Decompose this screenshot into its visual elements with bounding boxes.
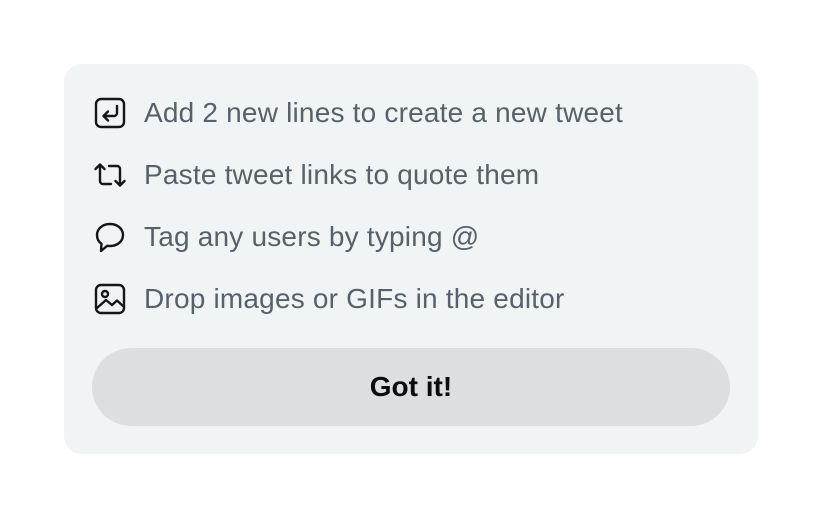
tip-label: Drop images or GIFs in the editor [144, 283, 565, 314]
tip-quote-links: Paste tweet links to quote them [92, 144, 730, 206]
tip-tag-users: Tag any users by typing @ [92, 206, 730, 268]
enter-return-icon [92, 95, 128, 131]
tip-drop-images: Drop images or GIFs in the editor [92, 268, 730, 330]
tip-label: Tag any users by typing @ [144, 221, 480, 252]
speech-bubble-icon [92, 219, 128, 255]
got-it-button[interactable]: Got it! [92, 348, 730, 426]
tips-card: Add 2 new lines to create a new tweet Pa… [64, 64, 758, 454]
tip-label: Add 2 new lines to create a new tweet [144, 97, 624, 128]
retweet-icon [92, 157, 128, 193]
tip-label: Paste tweet links to quote them [144, 159, 540, 190]
tip-new-tweet: Add 2 new lines to create a new tweet [92, 82, 730, 144]
image-icon [92, 281, 128, 317]
